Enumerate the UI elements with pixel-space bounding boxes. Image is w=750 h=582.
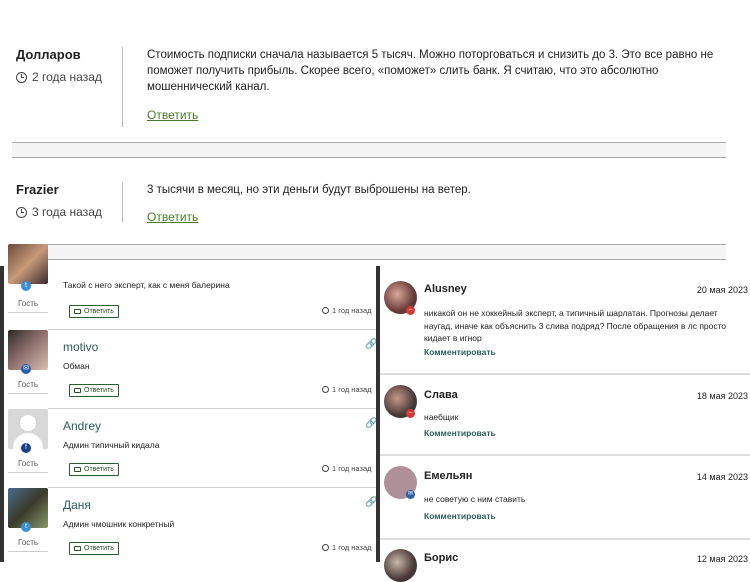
left-comments-panel: t Гость Такой с него эксперт, как с меня… (0, 244, 377, 562)
guest-label: Гость (17, 299, 39, 308)
clock-icon (322, 307, 329, 314)
comment-author[interactable]: motivo (63, 340, 98, 354)
reply-button[interactable]: Ответить (69, 542, 119, 555)
comment-time: 2 года назад (16, 70, 116, 84)
comment-text: никакой он не хоккейный эксперт, а типич… (424, 308, 727, 343)
clock-icon (322, 465, 329, 472)
comment-link[interactable]: Комментировать (424, 511, 496, 521)
clock-icon (322, 544, 329, 551)
reply-link[interactable]: Ответить (147, 108, 198, 122)
comment-time: 3 года назад (16, 205, 116, 219)
comment-text: Админ типичный кидала (63, 440, 160, 450)
comment-author: Frazier (16, 182, 59, 197)
email-icon: ✉ (21, 364, 31, 374)
speech-bubble-icon (74, 546, 81, 551)
badge-icon: – (406, 306, 415, 315)
email-icon: ✉ (406, 490, 415, 499)
comment-text: Обман (63, 361, 90, 371)
comment-link[interactable]: Комментировать (424, 428, 496, 438)
speech-bubble-icon (74, 467, 81, 472)
reply-button[interactable]: Ответить (69, 463, 119, 476)
guest-label: Гость (17, 459, 39, 468)
divider (380, 373, 750, 375)
comment-date: 20 мая 2023 (696, 285, 748, 295)
badge-icon: – (406, 409, 415, 418)
reply-button[interactable]: Ответить (69, 305, 119, 318)
guest-label: Гость (17, 538, 39, 547)
comment-time: 1 год назад (322, 464, 372, 473)
comment-link[interactable]: Комментировать (424, 347, 496, 357)
comment-author: Борис (424, 552, 459, 564)
comment-text: 3 тысячи в месяц, но эти деньги будут вы… (147, 184, 471, 196)
avatar (384, 549, 417, 582)
comment-text: не советую с ним ставить (424, 494, 526, 504)
comment-text: Такой с него эксперт, как с меня балерин… (63, 280, 230, 290)
clock-icon (16, 71, 27, 83)
guest-label: Гость (17, 380, 39, 389)
comment-text: наебщик (424, 412, 459, 422)
reply-button[interactable]: Ответить (69, 384, 119, 397)
comment-text: Стоимость подписки сначала называется 5 … (147, 49, 714, 93)
speech-bubble-icon (74, 309, 81, 314)
twitter-icon: t (21, 522, 31, 532)
comment-author: Долларов (16, 47, 81, 62)
comment-author: Слава (424, 389, 458, 401)
right-comments-panel: – Alusney 20 мая 2023 никакой он не хокк… (376, 266, 750, 582)
reply-link[interactable]: Ответить (147, 210, 198, 224)
twitter-icon: t (21, 281, 31, 291)
comment-author: Alusney (424, 283, 467, 295)
comment-date: 18 мая 2023 (696, 391, 748, 401)
comment-time: 1 год назад (322, 306, 372, 315)
clock-icon (322, 386, 329, 393)
comment-date: 14 мая 2023 (696, 472, 748, 482)
comment-author: Емельян (424, 470, 473, 482)
comment-author[interactable]: Даня (63, 498, 91, 512)
comment-time: 1 год назад (322, 385, 372, 394)
divider (380, 538, 750, 540)
facebook-icon: f (21, 443, 31, 453)
comment-text: Админ чмошник конкретный (63, 519, 175, 529)
top-comments-panel: Долларов 2 года назад Стоимость подписки… (0, 0, 750, 266)
comment-date: 12 мая 2023 (696, 554, 748, 564)
comment-time: 1 год назад (322, 543, 372, 552)
divider (12, 244, 726, 260)
divider (380, 454, 750, 456)
comment-author[interactable]: Andrey (63, 419, 101, 433)
avatar (8, 244, 48, 284)
divider (12, 142, 726, 158)
clock-icon (16, 206, 27, 218)
speech-bubble-icon (74, 388, 81, 393)
